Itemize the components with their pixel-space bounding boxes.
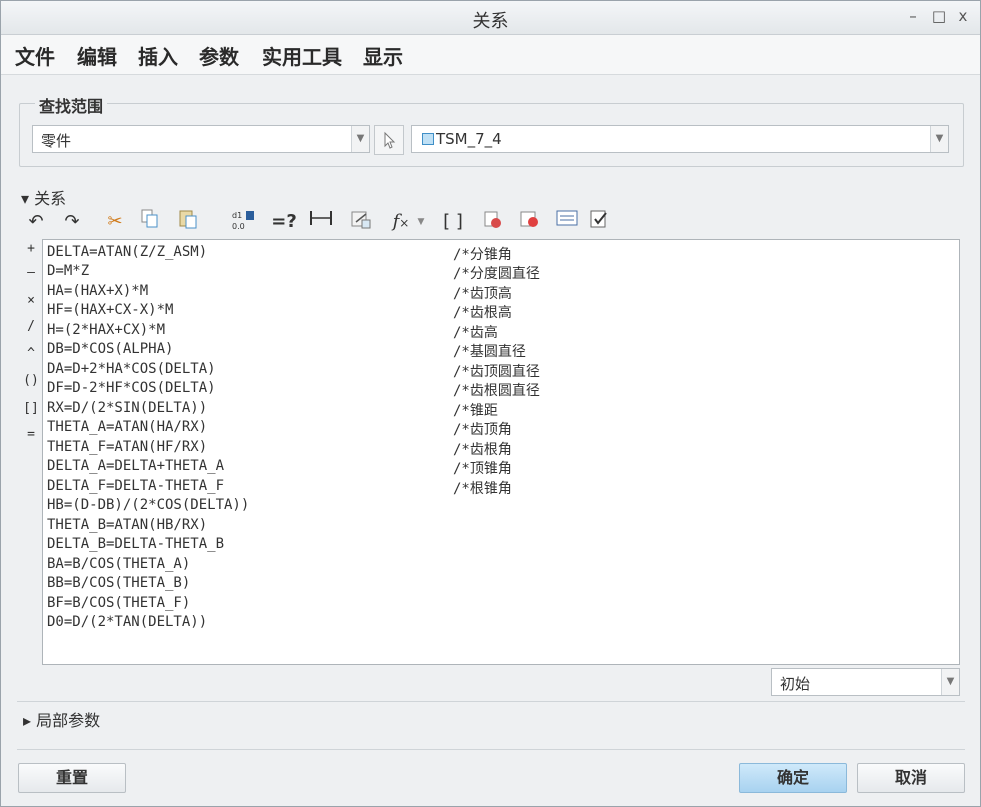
operator-power-button[interactable]: ^ [21,346,41,361]
sort-relations-icon[interactable]: d1 0.0 [231,208,257,236]
relation-comment: /*齿根高 [453,305,512,321]
relation-line: DB=D*COS(ALPHA) [47,341,174,357]
relation-comment: /*齿根角 [453,442,512,458]
operator-brackets-button[interactable]: [] [21,401,41,416]
relation-comment: /*基圆直径 [453,344,526,360]
pick-model-button[interactable] [374,125,404,155]
title-bar: 关系 – □ x [1,1,980,35]
operator-minus-button[interactable]: – [21,265,41,280]
relation-line: HA=(HAX+X)*M [47,283,149,299]
relation-comment: /*锥距 [453,403,498,419]
relation-line: DELTA=ATAN(Z/Z_ASM) [47,244,208,260]
relation-line: DELTA_B=DELTA-THETA_B [47,536,225,552]
relation-line: BB=B/COS(THETA_B) [47,575,191,591]
menu-edit[interactable]: 编辑 [77,41,117,70]
paste-icon[interactable] [177,208,199,236]
relation-comment: /*齿顶高 [453,286,512,302]
ok-button[interactable]: 确定 [739,763,847,793]
chevron-down-icon: ▼ [941,669,959,695]
check-icon[interactable] [587,208,611,236]
window-title: 关系 [472,11,509,32]
show-dimensions-icon[interactable] [554,208,580,236]
relation-line: RX=D/(2*SIN(DELTA)) [47,400,208,416]
operator-multiply-button[interactable]: × [21,293,41,308]
relation-line: BA=B/COS(THETA_A) [47,556,191,572]
relations-editor[interactable]: DELTA=ATAN(Z/Z_ASM) D=M*Z HA=(HAX+X)*M H… [42,239,960,665]
close-button[interactable]: x [954,7,972,25]
menu-bar: 文件 编辑 插入 参数 实用工具 显示 [1,35,980,75]
cursor-arrow-icon [384,131,396,149]
copy-icon[interactable] [139,208,161,236]
redo-icon[interactable]: ↷ [61,208,83,236]
menu-display[interactable]: 显示 [363,41,403,70]
relation-line: DF=D-2*HF*COS(DELTA) [47,380,216,396]
measure-icon[interactable] [307,208,335,236]
brackets-icon[interactable]: [ ] [441,208,465,236]
relation-line: D=M*Z [47,263,90,279]
cancel-button[interactable]: 取消 [857,763,965,793]
relation-comment: /*分度圆直径 [453,266,540,282]
evaluate-icon[interactable]: =? [271,208,297,236]
relation-comment: /*根锥角 [453,481,512,497]
verify-relations-icon[interactable] [517,208,541,236]
relation-line: HB=(D-DB)/(2*COS(DELTA)) [47,497,250,513]
relation-comment: /*顶锥角 [453,461,512,477]
menu-file[interactable]: 文件 [15,41,55,70]
local-params-expand-toggle[interactable]: ▸ 局部参数 [23,707,100,731]
scope-select[interactable]: 零件 ▼ [32,125,370,153]
relation-comment: /*分锥角 [453,247,512,263]
function-icon[interactable]: f× [388,208,414,236]
model-select[interactable]: TSM_7_4 ▼ [411,125,949,153]
operator-equals-button[interactable]: = [21,427,41,442]
relation-line: DELTA_F=DELTA-THETA_F [47,478,225,494]
chevron-down-icon: ▼ [930,126,948,152]
relation-comment: /*齿根圆直径 [453,383,540,399]
chevron-down-icon: ▼ [351,126,369,152]
scope-select-value: 零件 [41,132,72,150]
minimize-button[interactable]: – [904,7,922,25]
menu-insert[interactable]: 插入 [138,41,178,70]
divider [17,701,965,702]
menu-utilities[interactable]: 实用工具 [262,41,342,70]
maximize-button[interactable]: □ [930,7,948,25]
relation-line: D0=D/(2*TAN(DELTA)) [47,614,208,630]
relation-comment: /*齿顶角 [453,422,512,438]
units-select-value: 初始 [780,675,811,693]
relation-line: THETA_F=ATAN(HF/RX) [47,439,208,455]
relation-line: THETA_A=ATAN(HA/RX) [47,419,208,435]
operator-plus-button[interactable]: + [21,241,41,256]
relation-comment: /*齿顶圆直径 [453,364,540,380]
part-icon [422,133,434,145]
local-params-label: 局部参数 [36,711,101,730]
relation-line: H=(2*HAX+CX)*M [47,322,166,338]
relation-line: BF=B/COS(THETA_F) [47,595,191,611]
relation-line: DA=D+2*HA*COS(DELTA) [47,361,216,377]
operator-parentheses-button[interactable]: () [21,373,41,388]
divider [17,749,965,750]
relation-line: DELTA_A=DELTA+THETA_A [47,458,225,474]
units-select[interactable]: 初始 ▼ [771,668,960,696]
relations-dialog: 关系 – □ x 文件 编辑 插入 参数 实用工具 显示 查找范围 零件 ▼ T… [0,0,981,807]
relations-section-label: 关系 [34,189,67,208]
reset-button[interactable]: 重置 [18,763,126,793]
relation-line: THETA_B=ATAN(HB/RX) [47,517,208,533]
menu-parameters[interactable]: 参数 [199,41,239,70]
operator-divide-button[interactable]: / [21,319,41,334]
model-select-value: TSM_7_4 [436,130,502,148]
relations-expand-toggle[interactable]: ▾ 关系 [21,185,66,209]
cut-icon[interactable]: ✂ [104,208,126,236]
relation-comment: /*齿高 [453,325,498,341]
undo-icon[interactable]: ↶ [25,208,47,236]
lookup-group-title: 查找范围 [35,93,108,117]
insert-parameter-icon[interactable] [349,208,373,236]
function-dropdown-icon[interactable]: ▼ [415,208,427,236]
svg-text:0.0: 0.0 [232,222,245,231]
svg-text:d1: d1 [232,211,242,220]
relation-line: HF=(HAX+CX-X)*M [47,302,174,318]
unit-sensitivity-icon[interactable] [480,208,504,236]
